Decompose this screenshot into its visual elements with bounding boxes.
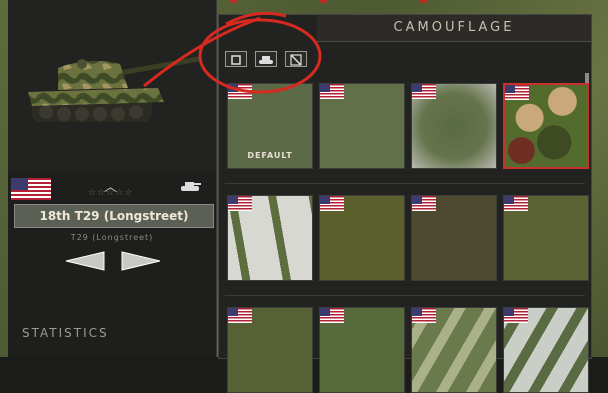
usa-flag-icon bbox=[412, 308, 436, 323]
map-marker bbox=[230, 0, 238, 3]
usa-flag-icon bbox=[228, 308, 252, 323]
camo-tile[interactable] bbox=[319, 195, 405, 281]
camo-tile[interactable] bbox=[319, 307, 405, 393]
unit-type-tank-icon bbox=[181, 182, 201, 191]
camo-tile[interactable] bbox=[503, 195, 589, 281]
camo-tile[interactable] bbox=[503, 83, 589, 169]
usa-flag-icon bbox=[320, 196, 344, 211]
usa-flag-icon bbox=[228, 196, 252, 211]
usa-flag-icon bbox=[412, 84, 436, 99]
camo-tile[interactable] bbox=[411, 195, 497, 281]
camo-tile[interactable] bbox=[503, 307, 589, 393]
usa-flag-icon bbox=[504, 308, 528, 323]
unit-subname: T29 (Longstreet) bbox=[70, 233, 154, 242]
usa-flag-icon bbox=[11, 178, 51, 200]
camo-tile[interactable] bbox=[411, 83, 497, 169]
map-marker bbox=[320, 0, 328, 3]
previous-unit-button[interactable] bbox=[64, 250, 106, 272]
row-divider bbox=[225, 183, 585, 184]
unit-nation-row: ︿ ☆☆☆☆☆ bbox=[8, 174, 216, 204]
next-unit-button[interactable] bbox=[120, 250, 162, 272]
row-divider bbox=[225, 295, 585, 296]
red-annotation-arrow bbox=[143, 16, 261, 88]
statistics-heading[interactable]: STATISTICS bbox=[22, 326, 109, 340]
camo-tile[interactable] bbox=[227, 195, 313, 281]
camo-tile[interactable] bbox=[227, 307, 313, 393]
usa-flag-icon bbox=[505, 85, 529, 100]
usa-flag-icon bbox=[504, 196, 528, 211]
camo-tile[interactable] bbox=[319, 83, 405, 169]
usa-flag-icon bbox=[320, 308, 344, 323]
camo-tile[interactable] bbox=[411, 307, 497, 393]
rank-stars: ☆☆☆☆☆ bbox=[88, 188, 134, 198]
camo-label: DEFAULT bbox=[247, 151, 293, 160]
panel-title: CAMOUFLAGE bbox=[317, 15, 591, 42]
unit-name: 18th T29 (Longstreet) bbox=[14, 204, 214, 228]
usa-flag-icon bbox=[412, 196, 436, 211]
map-marker bbox=[420, 0, 428, 3]
